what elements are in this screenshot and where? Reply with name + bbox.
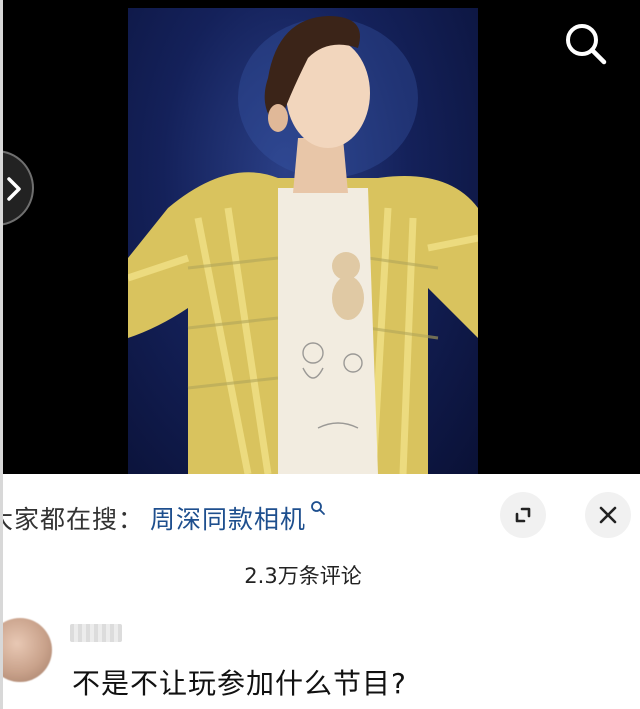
expand-button[interactable]	[500, 492, 546, 538]
expand-icon	[515, 507, 531, 523]
comment-text: 不是不让玩参加什么节目?	[72, 667, 407, 700]
search-button[interactable]	[560, 18, 612, 70]
trending-search-term[interactable]: 周深同款相机	[150, 500, 306, 536]
trending-search[interactable]: 大家都在搜： 周深同款相机	[0, 498, 326, 538]
chevron-right-icon	[7, 177, 21, 201]
avatar[interactable]	[0, 618, 52, 682]
video-frame	[128, 8, 478, 474]
video-player[interactable]	[0, 0, 640, 474]
previous-button[interactable]	[0, 150, 34, 226]
close-button[interactable]	[585, 492, 631, 538]
close-icon	[599, 506, 617, 524]
frame-border	[0, 0, 3, 709]
search-icon	[310, 500, 326, 520]
comments-sheet: 大家都在搜： 周深同款相机 2.3万条评论 不是不让玩参加什么节目?	[0, 474, 640, 709]
search-icon	[566, 24, 607, 65]
comment-count: 2.3万条评论	[244, 564, 362, 588]
username-blurred[interactable]	[70, 624, 122, 642]
trending-search-prefix: 大家都在搜：	[0, 505, 145, 534]
